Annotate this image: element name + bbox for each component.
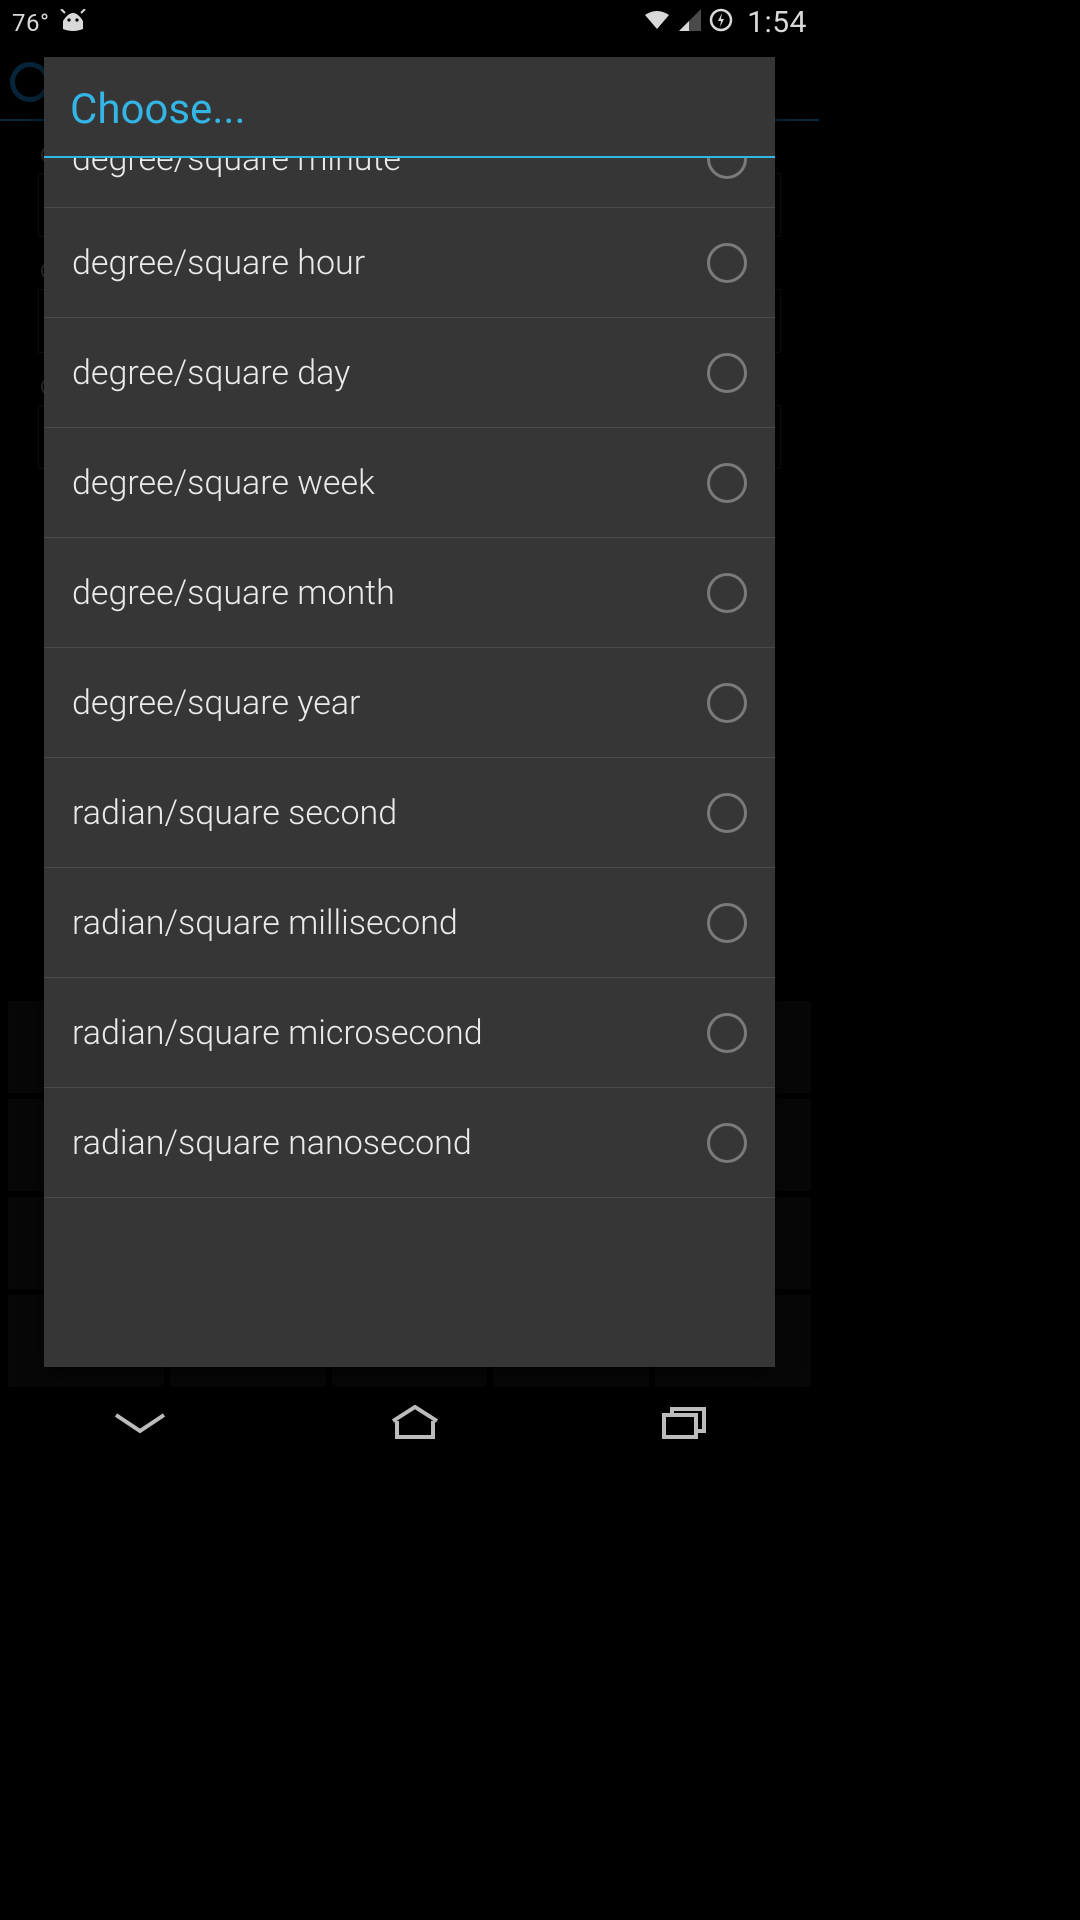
navigation-bar [0, 1395, 819, 1455]
status-bar-right: 1:54 [643, 5, 807, 40]
dialog-title: Choose... [44, 57, 775, 156]
android-mascot-icon [59, 9, 87, 37]
radio-icon[interactable] [707, 573, 747, 613]
radio-icon[interactable] [707, 1123, 747, 1163]
option-label: degree/square minute [72, 158, 401, 179]
option-label: radian/square microsecond [72, 1013, 483, 1053]
status-bar-left: 76° [12, 9, 87, 37]
radio-icon[interactable] [707, 243, 747, 283]
option-label: radian/square second [72, 793, 397, 833]
recent-apps-button[interactable] [660, 1405, 710, 1445]
option-row[interactable]: degree/square minute [44, 158, 775, 208]
radio-icon[interactable] [707, 158, 747, 179]
option-row[interactable]: degree/square day [44, 318, 775, 428]
cell-signal-icon [679, 9, 701, 37]
options-list[interactable]: degree/square minute degree/square hour de… [44, 158, 775, 1367]
option-label: degree/square day [72, 353, 350, 393]
option-row[interactable]: radian/square millisecond [44, 868, 775, 978]
option-row[interactable]: degree/square month [44, 538, 775, 648]
option-label: degree/square hour [72, 243, 365, 283]
choose-dialog: Choose... degree/square minutedegree/squ… [44, 57, 775, 1367]
power-icon [709, 8, 733, 38]
radio-icon[interactable] [707, 353, 747, 393]
option-row[interactable]: degree/square week [44, 428, 775, 538]
radio-icon[interactable] [707, 793, 747, 833]
option-row[interactable]: radian/square microsecond [44, 978, 775, 1088]
radio-icon[interactable] [707, 903, 747, 943]
option-label: degree/square month [72, 573, 395, 613]
back-button[interactable] [110, 1409, 170, 1441]
status-bar: 76° [0, 0, 819, 45]
option-label: radian/square millisecond [72, 903, 458, 943]
option-row[interactable]: degree/square hour [44, 208, 775, 318]
radio-icon[interactable] [707, 1013, 747, 1053]
option-row[interactable]: degree/square year [44, 648, 775, 758]
option-row[interactable]: radian/square second [44, 758, 775, 868]
option-label: degree/square week [72, 463, 375, 503]
temperature-indicator: 76° [12, 9, 49, 37]
option-row[interactable]: radian/square nanosecond [44, 1088, 775, 1198]
wifi-icon [643, 9, 671, 37]
option-label: radian/square nanosecond [72, 1123, 472, 1163]
option-label: degree/square year [72, 683, 361, 723]
radio-icon[interactable] [707, 463, 747, 503]
status-clock: 1:54 [747, 5, 807, 40]
home-button[interactable] [389, 1405, 441, 1445]
radio-icon[interactable] [707, 683, 747, 723]
